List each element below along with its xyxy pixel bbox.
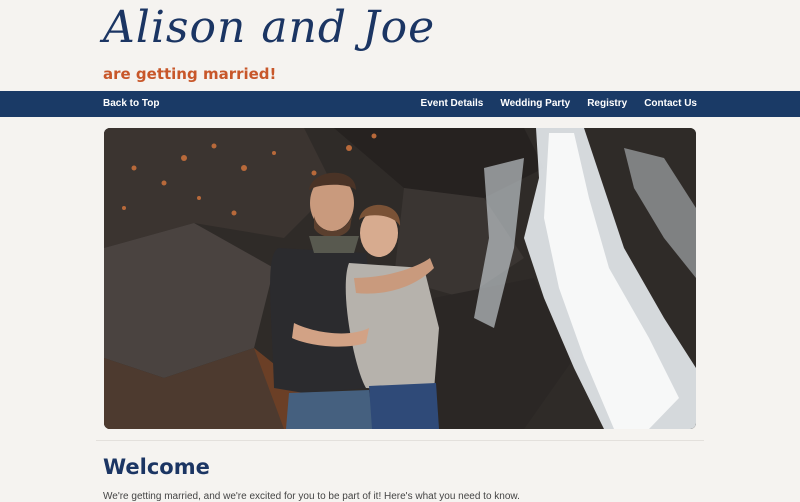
nav-wedding-party[interactable]: Wedding Party (500, 91, 570, 117)
tagline: are getting married! (103, 65, 277, 83)
nav-registry[interactable]: Registry (587, 91, 627, 117)
back-to-top-link[interactable]: Back to Top (103, 91, 159, 117)
nav-event-details[interactable]: Event Details (421, 91, 484, 117)
section-divider (96, 440, 704, 441)
nav-menu: Event Details Wedding Party Registry Con… (421, 91, 697, 117)
couple-waterfall-photo-icon (104, 128, 696, 429)
couple-names-title: Alison and Joe (103, 2, 436, 53)
hero-photo (104, 128, 696, 429)
site-header: Alison and Joe are getting married! (0, 0, 800, 91)
top-navbar: Back to Top Event Details Wedding Party … (0, 91, 800, 117)
welcome-heading: Welcome (103, 455, 210, 479)
intro-text: We're getting married, and we're excited… (103, 491, 520, 502)
nav-contact-us[interactable]: Contact Us (644, 91, 697, 117)
